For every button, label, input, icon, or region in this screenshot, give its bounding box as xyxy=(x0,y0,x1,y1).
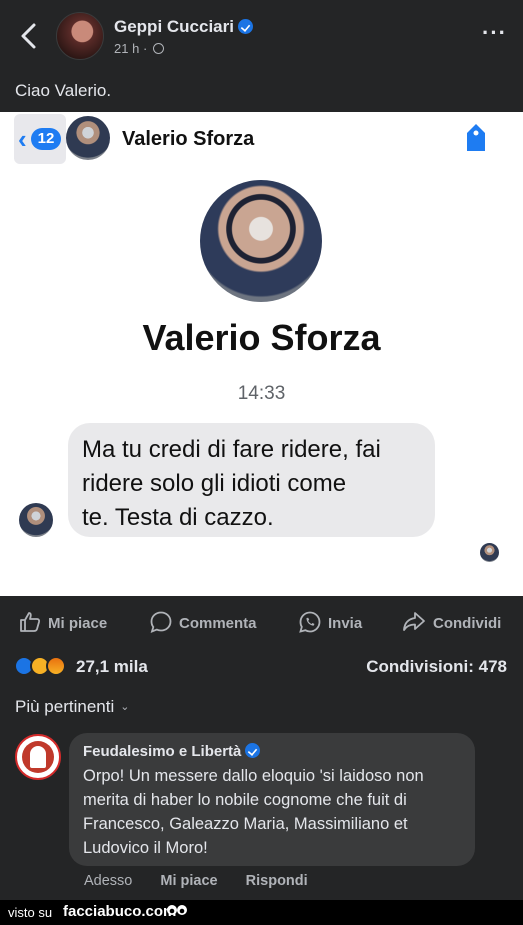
message-line: ridere solo gli idioti come xyxy=(82,470,347,497)
shares-count[interactable]: Condivisioni: 478 xyxy=(366,657,507,677)
comment-sort-label: Più pertinenti xyxy=(15,697,115,716)
comment-sort-dropdown[interactable]: Più pertinenti ⌄ xyxy=(15,697,129,717)
read-receipt-avatar xyxy=(480,543,499,562)
share-button[interactable]: Condividi xyxy=(401,610,501,634)
comment-label: Commenta xyxy=(179,615,257,632)
post-actions: Mi piace Commenta Invia Condividi xyxy=(0,596,523,646)
author-avatar[interactable] xyxy=(56,12,104,60)
author-name-row[interactable]: Geppi Cucciari xyxy=(114,17,253,37)
commenter-name-row[interactable]: Feudalesimo e Libertà xyxy=(83,743,461,760)
comment-text: Orpo! Un messere dallo eloquio 'si laido… xyxy=(83,767,424,857)
post-image[interactable]: ‹ 12 Valerio Sforza Valerio Sforza 14:33… xyxy=(0,112,523,596)
verified-icon xyxy=(237,19,253,34)
send-label: Invia xyxy=(328,615,363,632)
contact-name-header: Valerio Sforza xyxy=(122,128,255,150)
eyes-logo-icon xyxy=(167,905,187,915)
angry-reaction-icon xyxy=(46,656,66,676)
share-label: Condividi xyxy=(433,615,502,632)
commenter-avatar[interactable] xyxy=(15,734,61,780)
comment-icon xyxy=(150,611,172,634)
watermark-prefix: visto su xyxy=(8,905,53,920)
message-bubble: Ma tu credi di fare ridere, fai ridere s… xyxy=(68,423,435,537)
message-time: 14:33 xyxy=(237,383,286,404)
comment-time: Adesso xyxy=(84,873,133,889)
chevron-down-icon: ⌄ xyxy=(120,701,130,713)
meta-separator: · xyxy=(142,41,148,56)
contact-avatar-small xyxy=(66,116,110,160)
watermark-bar: visto su facciabuco.com xyxy=(0,900,523,925)
knight-icon xyxy=(30,746,46,768)
contact-name-large: Valerio Sforza xyxy=(142,317,381,358)
sender-avatar xyxy=(19,503,53,537)
post-meta: 21 h · xyxy=(114,41,164,56)
author-name[interactable]: Geppi Cucciari xyxy=(114,17,234,36)
like-label: Mi piace xyxy=(48,615,108,632)
back-chevron-icon[interactable] xyxy=(18,22,40,50)
comment-actions: Adesso Mi piace Rispondi xyxy=(84,873,332,889)
back-chevron-icon: ‹ xyxy=(18,124,27,154)
post-time[interactable]: 21 h xyxy=(114,41,139,56)
verified-icon xyxy=(245,743,261,758)
more-icon[interactable]: ··· xyxy=(482,22,507,44)
message-line: Ma tu credi di fare ridere, fai xyxy=(82,436,381,463)
globe-icon xyxy=(152,43,164,54)
unread-count: 12 xyxy=(31,128,61,150)
post-text: Ciao Valerio. xyxy=(15,81,112,100)
comment-reply-button[interactable]: Rispondi xyxy=(246,873,308,889)
share-icon xyxy=(403,612,425,631)
comment-like-button[interactable]: Mi piace xyxy=(160,873,217,889)
contact-avatar-large xyxy=(200,180,322,302)
like-icon xyxy=(20,612,41,632)
like-button[interactable]: Mi piace xyxy=(18,610,107,634)
reactions-count: 27,1 mila xyxy=(76,657,148,676)
watermark-site: facciabuco.com xyxy=(63,903,177,920)
comment-bubble: Feudalesimo e Libertà Orpo! Un messere d… xyxy=(69,733,475,866)
messages-back-badge: ‹ 12 xyxy=(14,114,66,164)
whatsapp-icon xyxy=(299,611,321,633)
post-header: Geppi Cucciari 21 h · ··· Ciao Valerio. xyxy=(0,0,523,120)
comment-button[interactable]: Commenta xyxy=(149,610,257,634)
commenter-name[interactable]: Feudalesimo e Libertà xyxy=(83,743,241,760)
message-line: te. Testa di cazzo. xyxy=(82,504,274,531)
send-button[interactable]: Invia xyxy=(298,610,362,634)
tag-icon xyxy=(467,124,485,151)
